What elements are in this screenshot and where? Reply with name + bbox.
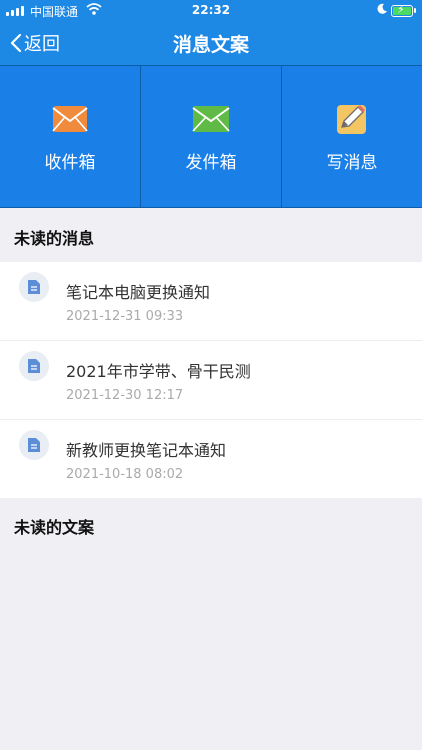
page-title: 消息文案 [172,34,249,56]
pencil-note-icon [334,100,370,138]
status-time: 22:32 [191,3,231,17]
message-title: 笔记本电脑更换通知 [66,283,211,302]
mail-tiles: 收件箱 发件箱 写消息 [0,65,422,208]
message-date: 2021-10-18 08:02 [66,467,184,482]
tile-inbox-label: 收件箱 [44,153,96,173]
status-bar: 中国联通 22:32 ⚡ [0,0,422,22]
tile-inbox[interactable]: 收件箱 [0,66,141,208]
moon-icon [376,3,388,18]
message-title: 新教师更换笔记本通知 [66,441,227,460]
list-item[interactable]: 笔记本电脑更换通知 2021-12-31 09:33 [0,262,422,341]
section-heading-unread-copy: 未读的文案 [14,518,95,537]
message-date: 2021-12-30 12:17 [66,388,184,403]
message-title: 2021年市学带、骨干民测 [66,362,251,381]
envelope-icon [192,100,230,138]
tile-compose-label: 写消息 [326,153,378,173]
battery-icon: ⚡ [391,3,416,17]
envelope-icon [52,100,88,138]
document-icon [19,272,49,302]
message-list: 笔记本电脑更换通知 2021-12-31 09:33 2021年市学带、骨干民测… [0,262,422,498]
tile-outbox[interactable]: 发件箱 [141,66,282,208]
section-heading-unread-messages: 未读的消息 [14,229,95,248]
list-item[interactable]: 2021年市学带、骨干民测 2021-12-30 12:17 [0,341,422,420]
document-icon [19,351,49,381]
document-icon [19,430,49,460]
message-date: 2021-12-31 09:33 [66,309,184,324]
top-bar: 中国联通 22:32 ⚡ 返回 消息文案 [0,0,422,65]
nav-bar: 返回 消息文案 [0,22,422,65]
tile-compose[interactable]: 写消息 [282,66,422,208]
tile-outbox-label: 发件箱 [185,153,237,173]
list-item[interactable]: 新教师更换笔记本通知 2021-10-18 08:02 [0,420,422,498]
